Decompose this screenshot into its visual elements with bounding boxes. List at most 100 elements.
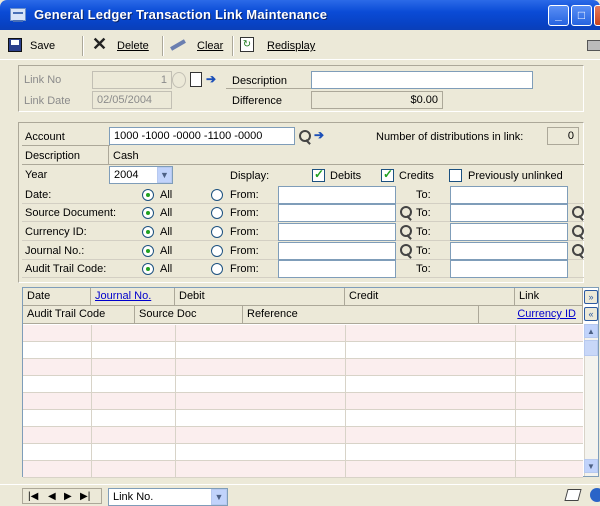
- filter-to-input-source-document[interactable]: [450, 204, 568, 222]
- grid-header-credit[interactable]: Credit: [345, 288, 515, 306]
- table-row[interactable]: [23, 359, 583, 376]
- redisplay-button[interactable]: Redisplay: [267, 38, 315, 54]
- filter-from-input-date[interactable]: [278, 186, 396, 204]
- link-no-expand-arrow-icon[interactable]: ➔: [206, 72, 216, 86]
- sort-dropdown-chevron-down-icon[interactable]: ▼: [211, 489, 227, 505]
- filter-to-lookup-icon[interactable]: [571, 243, 585, 259]
- filter-all-radio-journal-no[interactable]: [142, 245, 154, 257]
- filter-from-label: From:: [230, 189, 259, 201]
- account-lookup-icon[interactable]: [298, 129, 312, 145]
- collapse-rows-icon[interactable]: »: [584, 290, 598, 304]
- save-button[interactable]: Save: [30, 38, 55, 54]
- grid-header-debit[interactable]: Debit: [175, 288, 345, 306]
- table-row[interactable]: [23, 444, 583, 461]
- filter-from-input-audit-trail-code[interactable]: [278, 260, 396, 278]
- table-row[interactable]: [23, 427, 583, 444]
- clear-button[interactable]: Clear: [197, 38, 223, 54]
- grid-column-line: [345, 325, 346, 477]
- grid-header-reference[interactable]: Reference: [243, 306, 479, 324]
- clear-icon: [170, 38, 186, 51]
- filter-from-lookup-icon[interactable]: [399, 224, 413, 240]
- grid-header-date[interactable]: Date: [23, 288, 91, 306]
- credits-checkbox[interactable]: [381, 167, 394, 182]
- filter-to-input-currency-id[interactable]: [450, 223, 568, 241]
- filter-from-radio-journal-no[interactable]: [211, 245, 223, 257]
- delete-button[interactable]: Delete: [117, 38, 149, 54]
- filter-from-lookup-icon[interactable]: [399, 205, 413, 221]
- filter-from-radio-audit-trail-code[interactable]: [211, 263, 223, 275]
- filter-from-lookup-icon[interactable]: [399, 243, 413, 259]
- link-no-field[interactable]: 1: [92, 71, 172, 89]
- filter-from-input-source-document[interactable]: [278, 204, 396, 222]
- table-row[interactable]: [23, 342, 583, 359]
- previously-unlinked-label: Previously unlinked: [468, 170, 563, 182]
- expand-rows-icon[interactable]: «: [584, 307, 598, 321]
- filter-to-input-journal-no[interactable]: [450, 242, 568, 260]
- account-expand-arrow-icon[interactable]: ➔: [314, 128, 324, 142]
- debits-checkbox[interactable]: [312, 167, 325, 182]
- account-description-value: Cash: [113, 150, 139, 162]
- account-input[interactable]: 1000 -1000 -0000 -1100 -0000: [109, 127, 295, 145]
- toolbar-separator: [162, 36, 164, 56]
- table-row[interactable]: [23, 461, 583, 478]
- redisplay-icon: ↻: [240, 37, 254, 52]
- year-dropdown-chevron-down-icon[interactable]: ▼: [157, 167, 172, 183]
- grid-header-link[interactable]: Link: [515, 288, 583, 306]
- table-row[interactable]: [23, 376, 583, 393]
- filter-from-input-journal-no[interactable]: [278, 242, 396, 260]
- filter-to-input-audit-trail-code[interactable]: [450, 260, 568, 278]
- filter-to-lookup-icon[interactable]: [571, 224, 585, 240]
- filter-all-radio-audit-trail-code[interactable]: [142, 263, 154, 275]
- previous-record-icon[interactable]: ◀: [48, 491, 56, 502]
- sort-select[interactable]: Link No.: [108, 488, 228, 506]
- num-distributions-value: 0: [547, 127, 579, 145]
- filter-all-label: All: [160, 207, 173, 219]
- minimize-button[interactable]: _: [548, 5, 569, 26]
- filter-from-input-currency-id[interactable]: [278, 223, 396, 241]
- filter-to-lookup-icon[interactable]: [571, 205, 585, 221]
- new-document-icon[interactable]: [190, 72, 202, 87]
- filter-to-label: To:: [416, 207, 431, 219]
- filter-to-input-date[interactable]: [450, 186, 568, 204]
- grid-header-journal-no[interactable]: Journal No.: [91, 288, 175, 306]
- print-icon[interactable]: [587, 40, 600, 51]
- grid-header-currency-id[interactable]: Currency ID: [479, 306, 583, 324]
- scroll-up-button[interactable]: ▲: [584, 324, 598, 338]
- year-label: Year: [25, 169, 48, 181]
- table-row[interactable]: [23, 325, 583, 342]
- filter-all-radio-date[interactable]: [142, 189, 154, 201]
- filter-from-label: From:: [230, 207, 259, 219]
- toolbar-separator: [82, 36, 84, 56]
- filter-label-source-document: Source Document:: [25, 207, 117, 219]
- grid-header-source-doc[interactable]: Source Doc: [135, 306, 243, 324]
- filter-to-label: To:: [416, 226, 431, 238]
- link-date-field: 02/05/2004: [92, 91, 172, 109]
- maximize-button[interactable]: □: [571, 5, 592, 26]
- table-row[interactable]: [23, 393, 583, 410]
- scroll-down-button[interactable]: ▼: [584, 459, 598, 473]
- link-no-label: Link No: [24, 74, 62, 86]
- last-record-icon[interactable]: ▶|: [80, 491, 90, 502]
- filter-from-radio-source-document[interactable]: [211, 207, 223, 219]
- difference-value: $0.00: [311, 91, 443, 109]
- filter-from-label: From:: [230, 226, 259, 238]
- description-label-underline: [226, 88, 312, 89]
- link-no-lookup-icon[interactable]: [172, 72, 186, 88]
- help-icon[interactable]: [590, 488, 600, 502]
- filter-all-radio-source-document[interactable]: [142, 207, 154, 219]
- first-record-icon[interactable]: |◀: [28, 491, 38, 502]
- table-row[interactable]: [23, 410, 583, 427]
- filter-label-currency-id: Currency ID:: [25, 226, 87, 238]
- grid-column-line: [515, 325, 516, 477]
- scroll-thumb[interactable]: [584, 340, 598, 356]
- grid-header-audit-trail-code[interactable]: Audit Trail Code: [23, 306, 135, 324]
- link-description-input[interactable]: [311, 71, 533, 89]
- close-button[interactable]: X: [594, 5, 600, 26]
- filter-all-radio-currency-id[interactable]: [142, 226, 154, 238]
- previously-unlinked-checkbox[interactable]: [449, 169, 462, 182]
- filter-from-radio-date[interactable]: [211, 189, 223, 201]
- filter-label-journal-no: Journal No.:: [25, 245, 85, 257]
- display-label: Display:: [230, 170, 270, 182]
- filter-from-radio-currency-id[interactable]: [211, 226, 223, 238]
- next-record-icon[interactable]: ▶: [64, 491, 72, 502]
